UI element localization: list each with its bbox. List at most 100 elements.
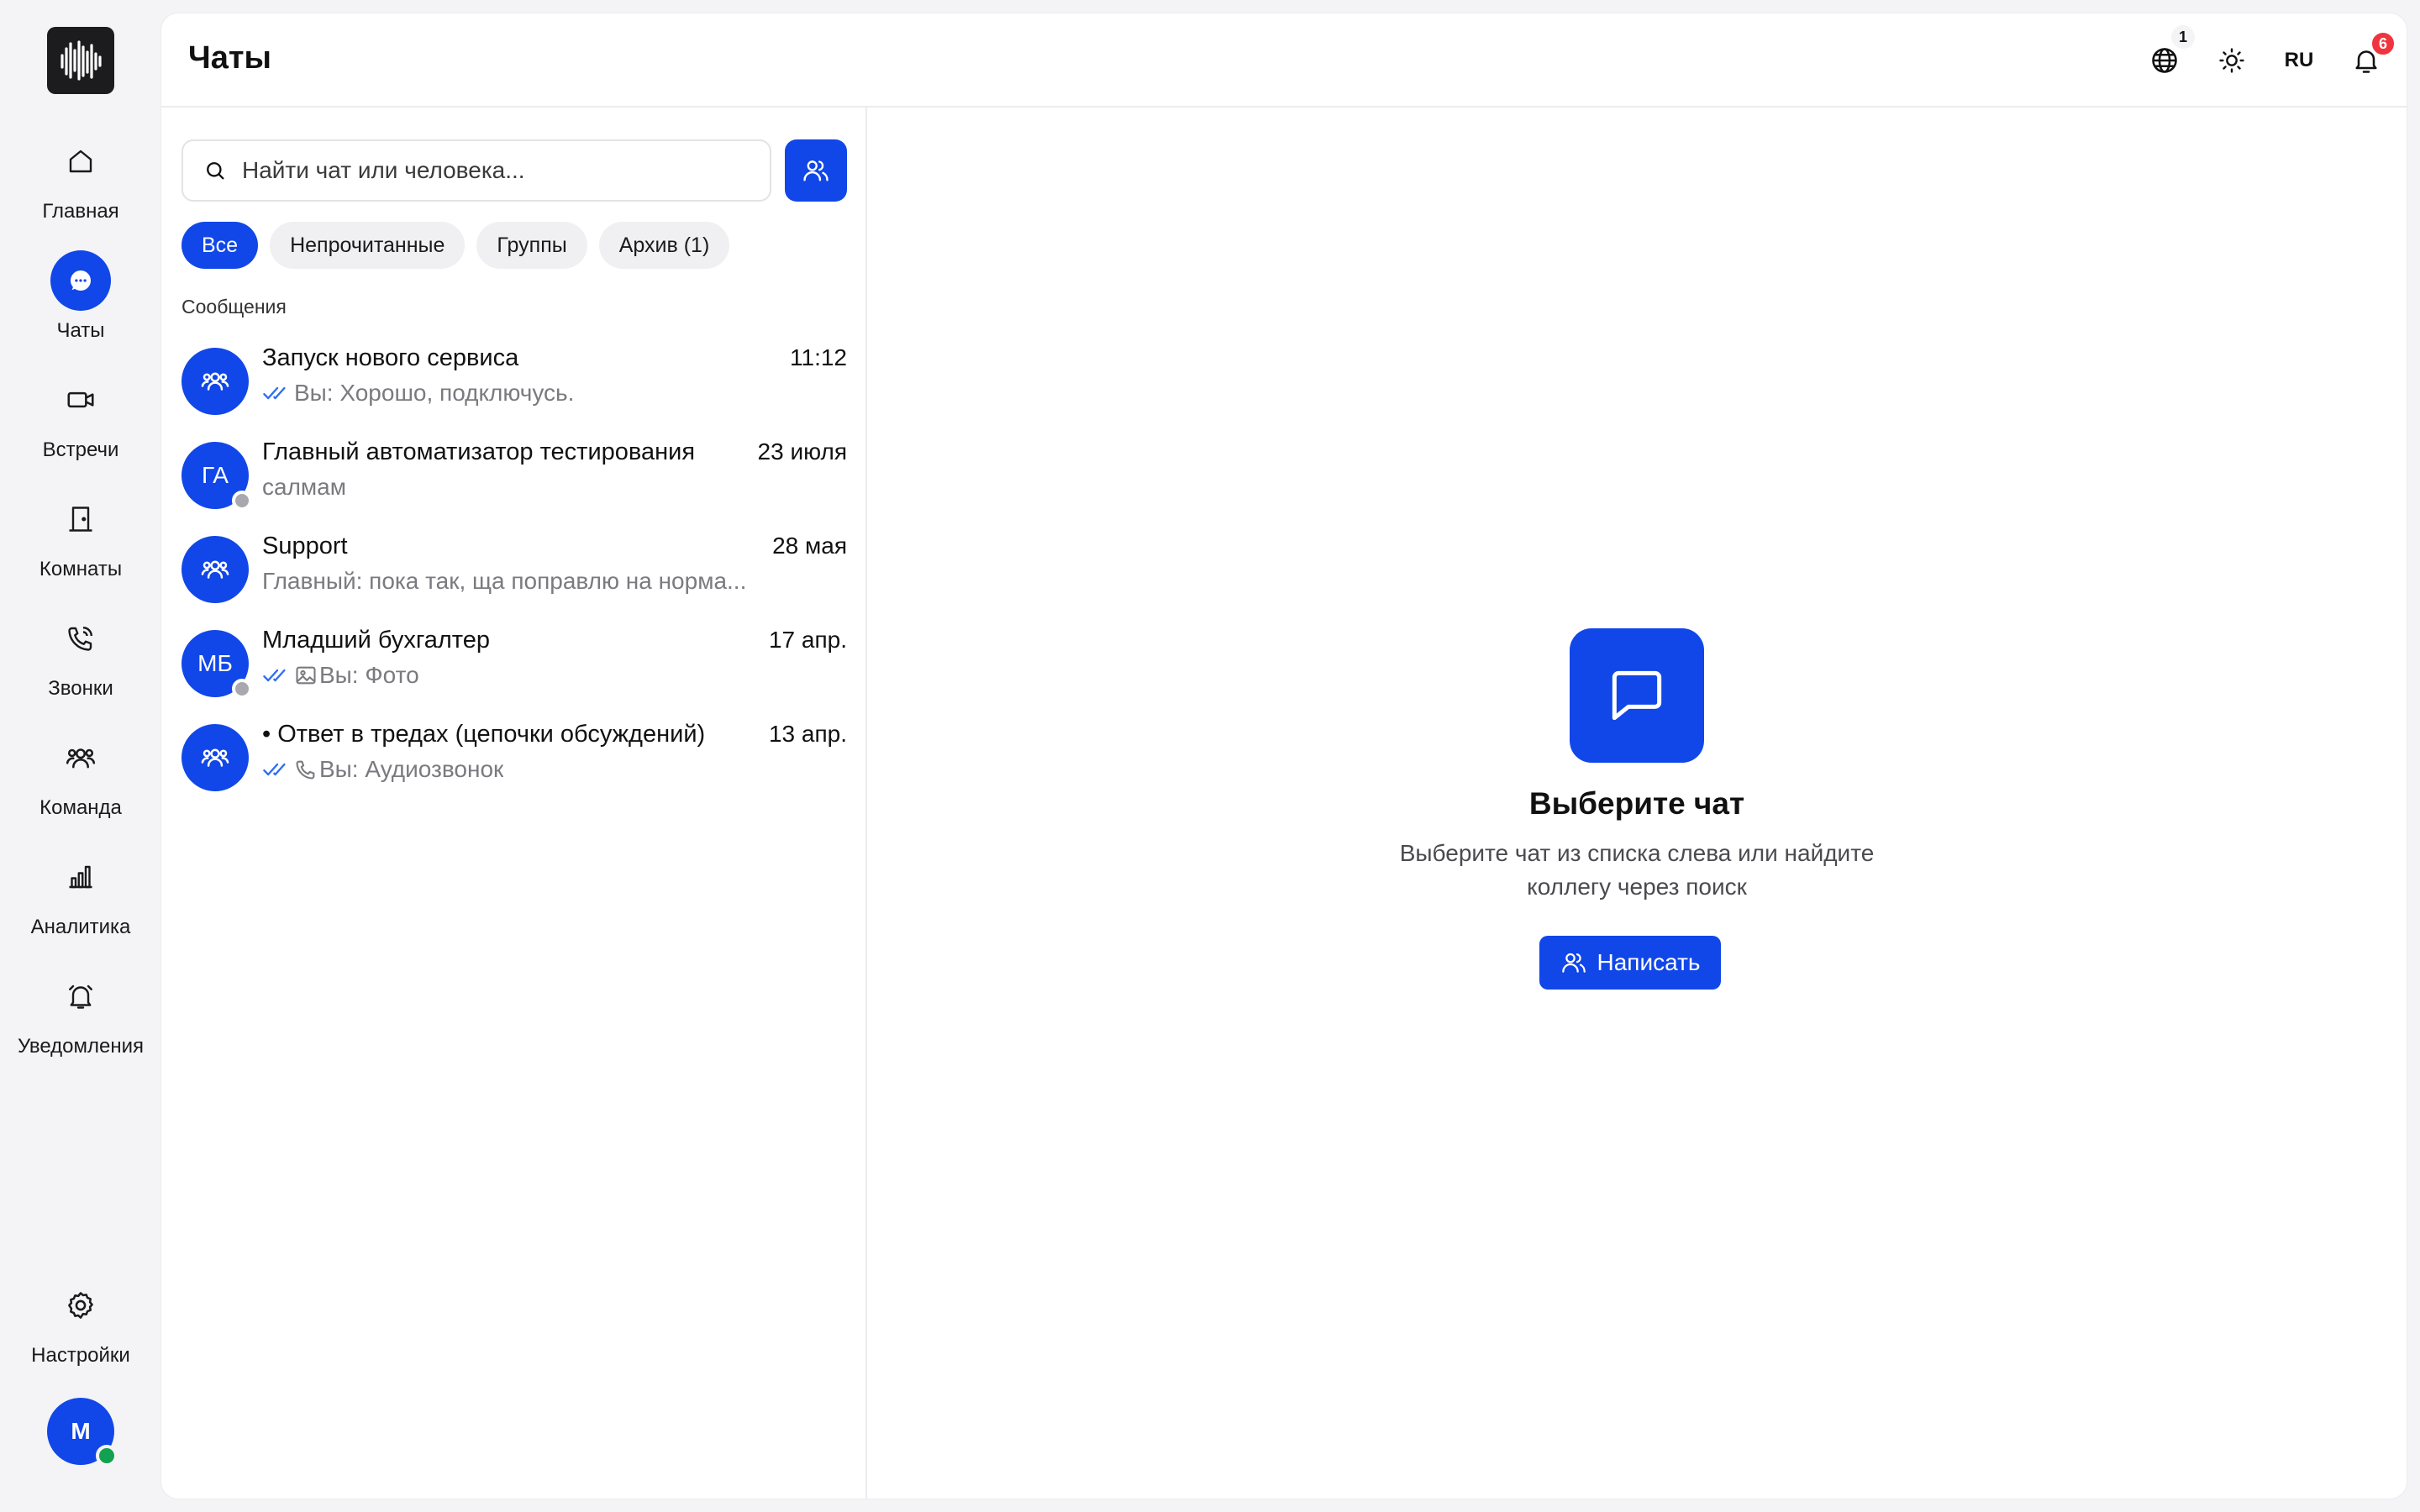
write-message-button[interactable]: Написать: [1539, 936, 1721, 990]
filter-archive[interactable]: Архив (1): [598, 222, 730, 269]
chat-filters: Все Непрочитанные Группы Архив (1): [182, 222, 730, 269]
app-logo[interactable]: [47, 27, 114, 94]
alarm-bell-icon: [50, 966, 111, 1026]
message-square-icon: [1570, 628, 1704, 763]
user-initial: M: [71, 1418, 91, 1444]
chat-list-item[interactable]: МБ Младший бухгалтер 17 апр. Вы: Фото: [182, 622, 847, 706]
chat-list-item[interactable]: Support 28 мая Главный: пока так, ща поп…: [182, 528, 847, 612]
chat-preview: Вы: Фото: [262, 662, 419, 689]
sidebar-item-team[interactable]: Команда: [0, 727, 161, 837]
offline-status-dot: [232, 491, 252, 511]
language-code: RU: [2284, 49, 2314, 71]
notification-count-badge: 6: [2370, 30, 2396, 57]
sidebar-item-label: Команда: [39, 796, 122, 819]
chat-bubble-icon: [50, 250, 111, 311]
empty-state-description: Выберите чат из списка слева или найдите…: [1399, 840, 1875, 900]
section-label: Сообщения: [182, 296, 287, 318]
sidebar-item-calls[interactable]: Звонки: [0, 608, 161, 717]
sidebar-item-home[interactable]: Главная: [0, 131, 161, 240]
user-avatar: ГА: [182, 442, 252, 511]
chat-preview: Вы: Аудиозвонок: [262, 756, 503, 783]
users-icon: [803, 160, 829, 181]
gear-icon: [50, 1275, 111, 1336]
search-box[interactable]: [182, 139, 771, 202]
users-icon: [201, 372, 229, 391]
users-icon: [201, 560, 229, 579]
sidebar-item-settings[interactable]: Настройки: [0, 1275, 161, 1384]
offline-status-dot: [232, 679, 252, 699]
language-region-button[interactable]: 1: [2138, 25, 2195, 87]
sidebar-item-label: Настройки: [31, 1344, 130, 1367]
chat-name: Младший бухгалтер: [262, 627, 491, 654]
group-avatar: [182, 348, 249, 415]
notifications-button[interactable]: 6: [2339, 30, 2396, 87]
sidebar-item-analytics[interactable]: Аналитика: [0, 847, 161, 956]
chat-preview-text: Главный: пока так, ща поправлю на норма.…: [262, 568, 747, 594]
filter-groups[interactable]: Группы: [476, 222, 587, 269]
double-check-icon: [263, 386, 286, 400]
filter-unread[interactable]: Непрочитанные: [270, 222, 466, 269]
sidebar-item-label: Аналитика: [30, 916, 131, 938]
door-icon: [50, 489, 111, 549]
avatar-initials: МБ: [197, 650, 233, 676]
chat-list-item[interactable]: • Ответ в тредах (цепочки обсуждений) 13…: [182, 716, 847, 800]
theme-toggle-button[interactable]: [2205, 34, 2259, 87]
phone-icon: [50, 608, 111, 669]
group-avatar: [182, 724, 249, 791]
sidebar-item-label: Встречи: [42, 438, 119, 461]
globe-icon: [2152, 48, 2177, 73]
empty-chat-state: Выберите чат Выберите чат из списка слев…: [867, 108, 2407, 1499]
language-switch-button[interactable]: RU: [2272, 34, 2326, 87]
sidebar-item-notifications[interactable]: Уведомления: [0, 966, 161, 1075]
users-icon: [201, 748, 229, 767]
chat-time: 13 апр.: [768, 721, 847, 747]
user-avatar: МБ: [182, 630, 252, 699]
sidebar-item-label: Главная: [42, 200, 119, 223]
filter-all[interactable]: Все: [182, 222, 259, 269]
chat-name: • Ответ в тредах (цепочки обсуждений): [262, 721, 706, 748]
page-title: Чаты: [188, 40, 271, 76]
chat-preview: Главный: пока так, ща поправлю на норма.…: [262, 568, 746, 595]
search-icon: [207, 162, 224, 180]
double-check-icon: [263, 669, 286, 682]
double-check-icon: [263, 763, 286, 776]
sidebar-item-label: Чаты: [56, 319, 105, 342]
chat-name: Главный автоматизатор тестирования: [262, 438, 696, 465]
video-camera-icon: [50, 370, 111, 430]
sidebar-item-label: Комнаты: [39, 558, 123, 580]
sidebar-item-label: Уведомления: [17, 1035, 145, 1058]
chat-list-item[interactable]: Запуск нового сервиса 11:12 Вы: Хорошо, …: [182, 339, 847, 423]
empty-state-title: Выберите чат: [1528, 786, 1745, 821]
group-avatar: [182, 536, 249, 603]
top-bar: Чаты 1 RU 6: [161, 13, 2407, 108]
chat-time: 11:12: [790, 344, 847, 370]
chat-name: Запуск нового сервиса: [262, 344, 519, 371]
new-group-chat-button[interactable]: [785, 139, 847, 202]
chat-preview-text: Вы: Фото: [319, 662, 419, 688]
chat-list-item[interactable]: ГА Главный автоматизатор тестирования 23…: [182, 433, 847, 517]
search-input[interactable]: [242, 157, 746, 184]
chat-preview-text: Вы: Хорошо, подключусь.: [294, 380, 575, 406]
globe-count-badge: 1: [2171, 25, 2195, 49]
chat-preview: Вы: Хорошо, подключусь.: [262, 380, 574, 407]
sidebar: Главная Чаты Встречи Комнаты Звонки Кома…: [0, 0, 161, 1512]
chat-preview-text: Вы: Аудиозвонок: [319, 756, 504, 782]
image-icon: [296, 666, 316, 685]
avatar-initials: ГА: [202, 462, 229, 488]
chat-time: 17 апр.: [768, 627, 847, 653]
users-icon: [1561, 953, 1586, 973]
phone-icon: [296, 760, 315, 780]
sidebar-item-label: Звонки: [48, 677, 113, 700]
sidebar-item-chats[interactable]: Чаты: [0, 250, 161, 360]
home-icon: [50, 131, 111, 192]
chat-list-panel: Все Непрочитанные Группы Архив (1) Сообщ…: [161, 108, 867, 1499]
chat-time: 23 июля: [757, 438, 847, 465]
chat-time: 28 мая: [772, 533, 847, 559]
chat-preview-text: салмам: [262, 474, 346, 500]
bar-chart-icon: [50, 847, 111, 907]
waveform-logo-icon: [60, 40, 102, 81]
sidebar-item-rooms[interactable]: Комнаты: [0, 489, 161, 598]
users-icon: [50, 727, 111, 788]
user-avatar[interactable]: M: [47, 1398, 118, 1467]
sidebar-item-meetings[interactable]: Встречи: [0, 370, 161, 479]
